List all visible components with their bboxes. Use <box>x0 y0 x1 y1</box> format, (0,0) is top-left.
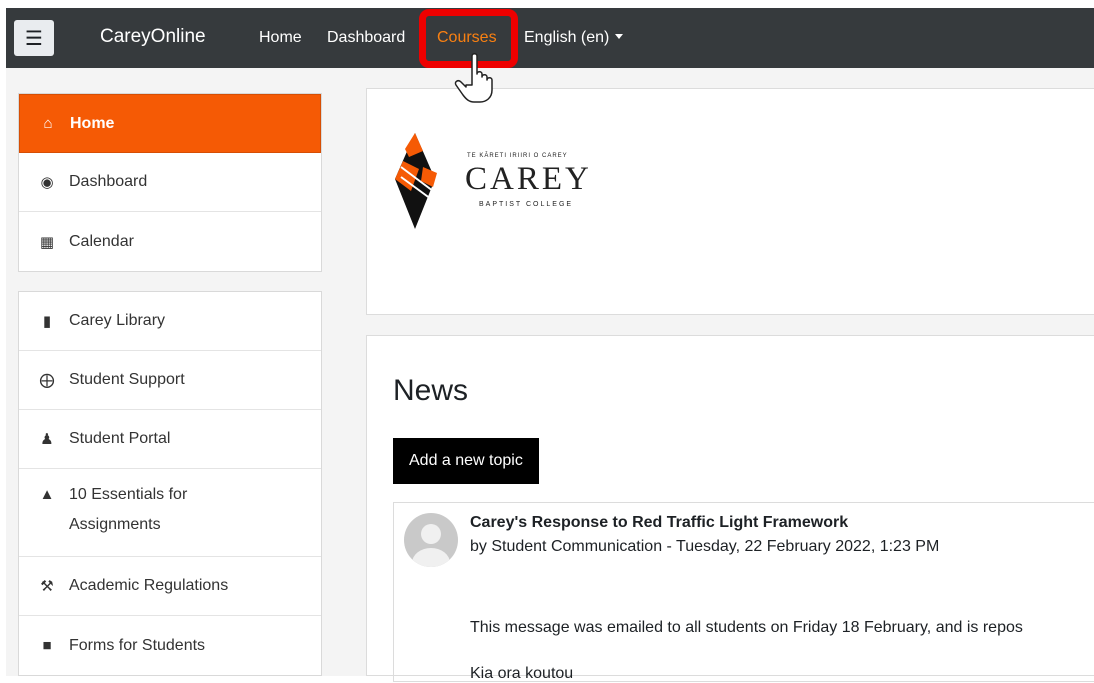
language-label: English (en) <box>524 29 610 46</box>
avatar <box>404 513 458 567</box>
hamburger-icon: ☰ <box>25 27 43 50</box>
folder-open-icon: ■ <box>42 637 52 654</box>
carey-logo: TE KĀRETI IRIIRI O CAREY CAREY BAPTIST C… <box>395 133 592 229</box>
language-menu[interactable]: English (en) <box>524 29 624 47</box>
sidebar-item-calendar[interactable]: ▦ Calendar <box>19 212 321 271</box>
sidebar-item-academic-regulations[interactable]: ⚒ Academic Regulations <box>19 557 321 616</box>
news-card: News Add a new topic Carey's Response to… <box>366 335 1094 682</box>
dashboard-icon: ◉ <box>40 174 54 191</box>
sidebar-item-label: Dashboard <box>69 173 148 190</box>
sidebar-item-label: Academic Regulations <box>69 577 229 594</box>
secondary-nav-block: ▮ Carey Library ⨁ Student Support ♟ Stud… <box>18 291 322 676</box>
sidebar-item-dashboard[interactable]: ◉ Dashboard <box>19 153 321 212</box>
logo-subtitle: BAPTIST COLLEGE <box>479 201 573 208</box>
post-title[interactable]: Carey's Response to Red Traffic Light Fr… <box>470 514 848 532</box>
hand-cursor-icon <box>454 53 493 103</box>
sidebar-item-label: 10 Essentials for Assignments <box>69 486 188 533</box>
logo-tagline: TE KĀRETI IRIIRI O CAREY <box>467 152 568 159</box>
sidebar-item-label: Student Portal <box>69 430 171 447</box>
book-icon: ▮ <box>42 313 52 330</box>
graduation-cap-icon: ▲ <box>39 486 55 503</box>
nav-link-dashboard[interactable]: Dashboard <box>327 29 405 47</box>
gavel-icon: ⚒ <box>40 578 54 595</box>
add-new-topic-button[interactable]: Add a new topic <box>393 438 539 484</box>
post-body: This message was emailed to all students… <box>470 619 1023 636</box>
caret-down-icon <box>615 34 624 39</box>
forum-post: Carey's Response to Red Traffic Light Fr… <box>393 502 1094 682</box>
sidebar-item-student-portal[interactable]: ♟ Student Portal <box>19 410 321 469</box>
life-ring-icon: ⨁ <box>39 372 55 389</box>
sidebar-item-student-support[interactable]: ⨁ Student Support <box>19 351 321 410</box>
sidebar-item-10-essentials[interactable]: ▲ 10 Essentials for Assignments <box>19 469 321 557</box>
menu-toggle-button[interactable]: ☰ <box>14 20 54 56</box>
sidebar-item-forms-for-students[interactable]: ■ Forms for Students <box>19 616 321 675</box>
post-byline: by Student Communication - Tuesday, 22 F… <box>470 538 940 555</box>
nav-link-home[interactable]: Home <box>259 29 302 47</box>
post-signoff: Kia ora koutou <box>470 665 574 682</box>
site-brand[interactable]: CareyOnline <box>100 26 206 48</box>
user-placeholder-icon <box>412 524 450 567</box>
sidebar-item-label: Calendar <box>69 232 134 250</box>
sidebar-item-label: Forms for Students <box>69 636 206 654</box>
news-heading: News <box>393 374 469 407</box>
sidebar-item-carey-library[interactable]: ▮ Carey Library <box>19 292 321 351</box>
primary-nav-block: ⌂ Home ◉ Dashboard ▦ Calendar <box>18 93 322 272</box>
sidebar-item-label: Home <box>70 114 115 132</box>
sidebar-item-label: Carey Library <box>69 312 166 329</box>
logo-name: CAREY <box>465 161 592 197</box>
user-plus-icon: ♟ <box>40 431 54 448</box>
sidebar-item-home[interactable]: ⌂ Home <box>19 94 321 153</box>
calendar-icon: ▦ <box>39 233 55 251</box>
sidebar-item-label: Student Support <box>69 371 185 388</box>
top-navbar: ☰ CareyOnline Home Dashboard Courses Eng… <box>6 8 1094 68</box>
home-icon: ⌂ <box>43 115 53 132</box>
logo-card: TE KĀRETI IRIIRI O CAREY CAREY BAPTIST C… <box>366 88 1094 315</box>
